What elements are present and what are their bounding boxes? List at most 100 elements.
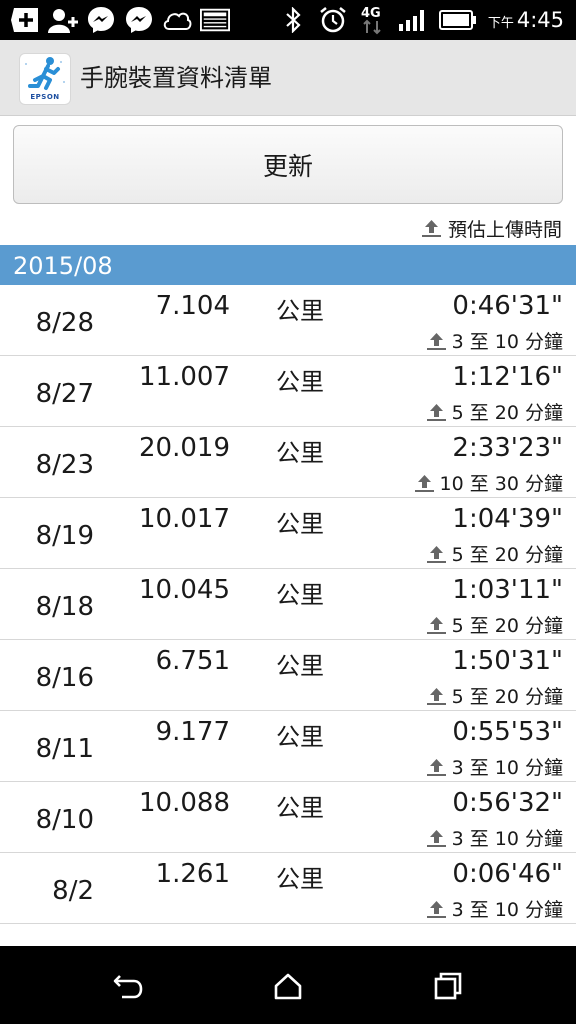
battery-icon [438, 7, 478, 33]
list-item[interactable]: 8/23 20.019 公里 2:33'23" 10 至 30 分鐘 [0, 427, 576, 498]
upload-icon [414, 474, 434, 492]
estimate-text: 5 至 20 分鐘 [451, 686, 563, 708]
messenger-icon [124, 7, 154, 33]
upload-icon [426, 829, 446, 847]
news-icon [200, 7, 230, 33]
record-date: 8/23 [35, 450, 94, 480]
record-distance: 6.751 [155, 646, 230, 676]
record-unit: 公里 [276, 368, 324, 396]
messenger-icon [86, 7, 116, 33]
record-upload-estimate: 3 至 10 分鐘 [426, 895, 563, 922]
estimate-text: 5 至 20 分鐘 [451, 402, 563, 424]
upload-icon [426, 758, 446, 776]
record-duration: 0:55'53" [452, 717, 563, 747]
back-button[interactable] [110, 968, 146, 1004]
time-prefix: 下午 [487, 16, 514, 31]
upload-time-header: 預估上傳時間 [421, 214, 562, 242]
add-box-icon [10, 7, 40, 33]
recents-icon [434, 972, 462, 1000]
app-bar: EPSON 手腕裝置資料清單 [0, 40, 576, 116]
record-upload-estimate: 5 至 20 分鐘 [426, 682, 563, 709]
upload-time-label: 預估上傳時間 [447, 218, 562, 241]
record-date: 8/10 [35, 805, 94, 835]
navigation-bar [0, 946, 576, 1024]
record-unit: 公里 [276, 581, 324, 609]
record-list: 8/28 7.104 公里 0:46'31" 3 至 10 分鐘 8/27 11… [0, 285, 576, 924]
record-distance: 10.088 [139, 788, 230, 818]
list-item[interactable]: 8/27 11.007 公里 1:12'16" 5 至 20 分鐘 [0, 356, 576, 427]
record-unit: 公里 [276, 297, 324, 325]
record-date: 8/19 [35, 521, 94, 551]
record-date: 8/16 [35, 663, 94, 693]
record-duration: 2:33'23" [452, 433, 563, 463]
notification-icons [10, 0, 230, 40]
list-item[interactable]: 8/11 9.177 公里 0:55'53" 3 至 10 分鐘 [0, 711, 576, 782]
logo-brand: EPSON [30, 93, 60, 101]
record-date: 8/27 [35, 379, 94, 409]
upload-icon [426, 332, 446, 350]
record-date: 8/28 [35, 308, 94, 338]
record-duration: 1:04'39" [452, 504, 563, 534]
estimate-text: 3 至 10 分鐘 [451, 331, 563, 353]
record-date: 8/18 [35, 592, 94, 622]
record-upload-estimate: 3 至 10 分鐘 [426, 327, 563, 354]
record-unit: 公里 [276, 865, 324, 893]
list-item[interactable]: 8/16 6.751 公里 1:50'31" 5 至 20 分鐘 [0, 640, 576, 711]
home-icon [274, 973, 302, 1000]
bluetooth-icon [278, 7, 308, 33]
signal-icon [398, 7, 428, 33]
list-item[interactable]: 8/10 10.088 公里 0:56'32" 3 至 10 分鐘 [0, 782, 576, 853]
record-date: 8/11 [35, 734, 94, 764]
record-upload-estimate: 5 至 20 分鐘 [426, 611, 563, 638]
record-duration: 0:46'31" [452, 291, 563, 321]
add-contact-icon [48, 7, 78, 33]
back-icon [113, 975, 143, 999]
record-distance: 10.017 [139, 504, 230, 534]
record-distance: 10.045 [139, 575, 230, 605]
record-unit: 公里 [276, 652, 324, 680]
record-duration: 1:12'16" [452, 362, 563, 392]
upload-icon [426, 403, 446, 421]
recents-button[interactable] [430, 968, 466, 1004]
home-button[interactable] [270, 968, 306, 1004]
time: 4:45 [516, 8, 564, 32]
record-upload-estimate: 5 至 20 分鐘 [426, 540, 563, 567]
record-distance: 11.007 [139, 362, 230, 392]
status-bar: 4G 下午 4:45 [0, 0, 576, 40]
estimate-text: 5 至 20 分鐘 [451, 615, 563, 637]
upload-icon [426, 687, 446, 705]
record-date: 8/2 [52, 876, 94, 906]
record-upload-estimate: 3 至 10 分鐘 [426, 824, 563, 851]
runner-icon [25, 57, 65, 90]
record-unit: 公里 [276, 794, 324, 822]
record-duration: 0:56'32" [452, 788, 563, 818]
app-logo: EPSON [19, 53, 71, 105]
alarm-icon [318, 7, 348, 33]
record-duration: 0:06'46" [452, 859, 563, 889]
upload-icon [421, 220, 441, 237]
estimate-text: 3 至 10 分鐘 [451, 828, 563, 850]
record-distance: 20.019 [139, 433, 230, 463]
estimate-text: 10 至 30 分鐘 [439, 473, 563, 495]
list-item[interactable]: 8/19 10.017 公里 1:04'39" 5 至 20 分鐘 [0, 498, 576, 569]
upload-icon [426, 545, 446, 563]
page-title: 手腕裝置資料清單 [80, 64, 272, 92]
list-item[interactable]: 8/2 1.261 公里 0:06'46" 3 至 10 分鐘 [0, 853, 576, 924]
record-unit: 公里 [276, 723, 324, 751]
4g-data-icon: 4G [358, 6, 388, 35]
estimate-text: 3 至 10 分鐘 [451, 757, 563, 779]
record-duration: 1:03'11" [452, 575, 563, 605]
record-upload-estimate: 5 至 20 分鐘 [426, 398, 563, 425]
estimate-text: 3 至 10 分鐘 [451, 899, 563, 921]
record-distance: 7.104 [155, 291, 230, 321]
cloud-icon [162, 7, 192, 33]
network-label: 4G [361, 6, 381, 21]
record-distance: 1.261 [155, 859, 230, 889]
list-item[interactable]: 8/18 10.045 公里 1:03'11" 5 至 20 分鐘 [0, 569, 576, 640]
refresh-button[interactable]: 更新 [13, 125, 563, 204]
list-item[interactable]: 8/28 7.104 公里 0:46'31" 3 至 10 分鐘 [0, 285, 576, 356]
record-unit: 公里 [276, 510, 324, 538]
record-duration: 1:50'31" [452, 646, 563, 676]
clock: 下午 4:45 [488, 8, 564, 32]
system-indicators: 4G 下午 4:45 [278, 0, 564, 40]
